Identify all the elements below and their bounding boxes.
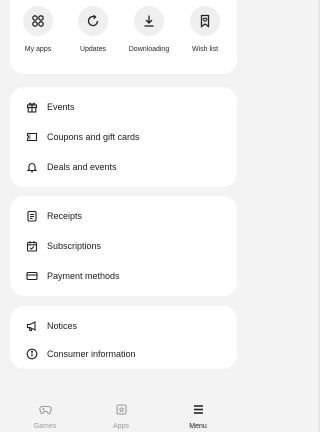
menu-item-label: Events: [47, 102, 75, 112]
megaphone-icon: [26, 320, 38, 332]
store-icon: [115, 402, 127, 420]
menu-item-label: Notices: [47, 321, 78, 331]
menu-item-notices[interactable]: Notices: [10, 311, 237, 341]
menu-item-receipts[interactable]: Receipts: [10, 201, 237, 231]
nav-tab-apps-label: Apps: [113, 423, 129, 430]
menu-icon: [193, 402, 204, 420]
menu-item-label: Subscriptions: [47, 241, 102, 251]
my-apps-button[interactable]: My apps: [12, 6, 64, 53]
download-icon: [134, 6, 164, 36]
nav-tab-menu-label: Menu: [189, 423, 207, 430]
downloading-label: Downloading: [128, 46, 170, 53]
calendar-icon: [26, 240, 38, 252]
receipt-icon: [26, 210, 38, 222]
menu-item-label: Receipts: [47, 211, 83, 221]
menu-section-rewards: Events Coupons and gift cards Deals and …: [10, 87, 237, 187]
info-icon: [26, 348, 38, 360]
wish-list-button[interactable]: Wish list: [179, 6, 231, 53]
updates-label: Updates: [79, 46, 107, 53]
gamepad-icon: [38, 402, 52, 420]
menu-section-info: Notices Consumer information: [10, 306, 237, 369]
menu-item-deals[interactable]: Deals and events: [10, 152, 237, 182]
nav-tab-menu[interactable]: Menu: [168, 402, 228, 430]
menu-item-events[interactable]: Events: [10, 92, 237, 122]
nav-tab-games[interactable]: Games: [15, 402, 75, 430]
gift-icon: [26, 101, 38, 113]
my-apps-label: My apps: [24, 46, 52, 53]
bell-icon: [26, 161, 38, 173]
menu-item-label: Coupons and gift cards: [47, 132, 140, 142]
menu-item-label: Deals and events: [47, 162, 117, 172]
menu-item-label: Payment methods: [47, 271, 120, 281]
ticket-icon: [26, 131, 38, 143]
menu-item-coupons[interactable]: Coupons and gift cards: [10, 122, 237, 152]
wish-list-label: Wish list: [191, 46, 219, 53]
card-icon: [26, 270, 38, 282]
quick-actions-card: My apps Updates Downloading Wish list: [10, 0, 237, 74]
grid-icon: [23, 6, 53, 36]
updates-button[interactable]: Updates: [67, 6, 119, 53]
downloading-button[interactable]: Downloading: [123, 6, 175, 53]
bottom-navigation: Games Apps Menu: [0, 392, 247, 432]
menu-item-subscriptions[interactable]: Subscriptions: [10, 231, 237, 261]
menu-item-label: Consumer information: [47, 349, 136, 359]
menu-section-account: Receipts Subscriptions Payment methods: [10, 196, 237, 296]
nav-tab-apps[interactable]: Apps: [91, 402, 151, 430]
bookmark-heart-icon: [190, 6, 220, 36]
menu-item-consumer-information[interactable]: Consumer information: [10, 339, 237, 369]
refresh-icon: [78, 6, 108, 36]
menu-item-payment-methods[interactable]: Payment methods: [10, 261, 237, 291]
nav-tab-games-label: Games: [33, 423, 57, 430]
